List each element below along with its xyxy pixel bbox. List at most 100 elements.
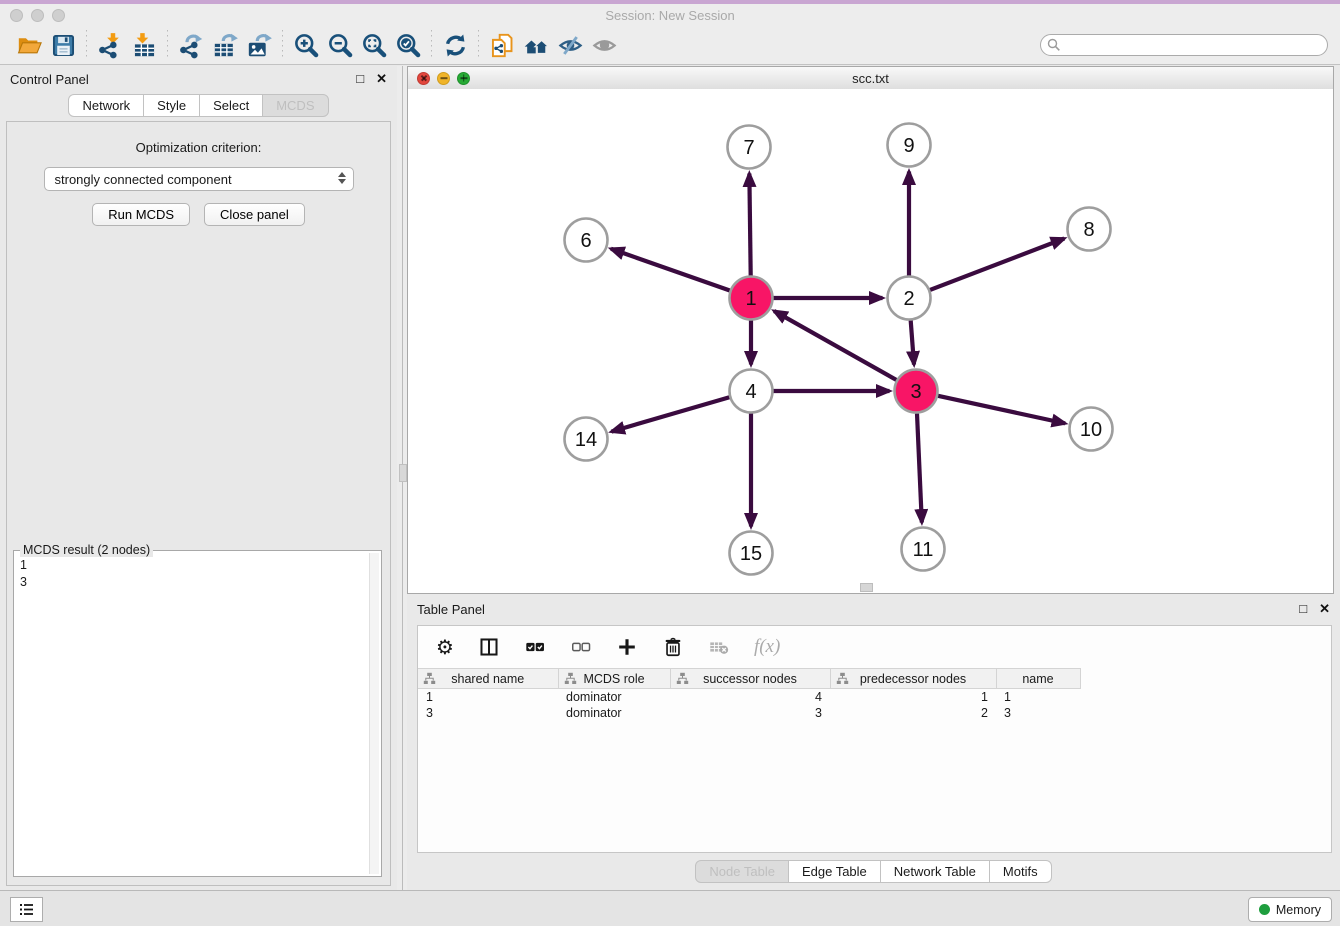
table-row[interactable]: 1dominator411	[418, 689, 1080, 706]
panel-splitter[interactable]	[397, 66, 407, 890]
memory-label: Memory	[1276, 903, 1321, 917]
column-header-name[interactable]: name	[996, 669, 1080, 689]
graph-node-8[interactable]: 8	[1068, 208, 1111, 251]
graph-node-4[interactable]: 4	[730, 370, 773, 413]
mcds-result-text[interactable]: 1 3	[14, 551, 381, 591]
graph-node-2[interactable]: 2	[888, 277, 931, 320]
graph-node-9[interactable]: 9	[888, 124, 931, 167]
table-cell[interactable]: 3	[670, 705, 830, 721]
column-header-MCDS-role[interactable]: MCDS role	[558, 669, 670, 689]
column-header-shared-name[interactable]: shared name	[418, 669, 558, 689]
zoom-selected-button[interactable]	[391, 29, 425, 61]
search-input[interactable]	[1040, 34, 1328, 56]
delete-column-button[interactable]	[662, 636, 684, 658]
graph-node-15[interactable]: 15	[730, 532, 773, 575]
table-cell[interactable]: dominator	[558, 689, 670, 706]
table-cell[interactable]: 1	[418, 689, 558, 706]
table-row[interactable]: 3dominator323	[418, 705, 1080, 721]
task-history-button[interactable]	[10, 897, 43, 922]
show-all-button[interactable]	[587, 29, 621, 61]
zoom-fit-button[interactable]	[357, 29, 391, 61]
close-panel-button[interactable]: Close panel	[204, 203, 305, 226]
memory-status-icon	[1259, 904, 1270, 915]
import-network-button[interactable]	[93, 29, 127, 61]
graph-node-1[interactable]: 1	[730, 277, 773, 320]
toolbar-separator	[167, 30, 168, 60]
function-builder-button[interactable]: f(x)	[754, 636, 780, 658]
table-cell[interactable]: 2	[830, 705, 996, 721]
table-cell[interactable]: 4	[670, 689, 830, 706]
graph-node-14[interactable]: 14	[565, 418, 608, 461]
edge-3-11[interactable]	[917, 413, 922, 522]
edge-4-14[interactable]	[611, 397, 729, 431]
canvas-hscroll-thumb[interactable]	[860, 583, 873, 592]
select-all-columns-button[interactable]	[524, 636, 546, 658]
table-tab-network-table[interactable]: Network Table	[880, 860, 990, 883]
window-titlebar: Session: New Session	[0, 4, 1340, 26]
split-columns-button[interactable]	[478, 636, 500, 658]
table-tab-node-table[interactable]: Node Table	[695, 860, 789, 883]
float-panel-icon[interactable]: □	[356, 71, 364, 87]
edge-1-6[interactable]	[611, 249, 730, 291]
tab-style[interactable]: Style	[143, 94, 200, 117]
graph-node-3[interactable]: 3	[895, 370, 938, 413]
close-panel-icon[interactable]: ✕	[376, 71, 387, 87]
open-session-button[interactable]	[12, 29, 46, 61]
export-image-button[interactable]	[242, 29, 276, 61]
edge-3-10[interactable]	[938, 396, 1065, 424]
network-canvas[interactable]: 7 9 6 8 1 2 4 3 14 10 15 11	[408, 89, 1333, 593]
node-label: 11	[913, 539, 934, 561]
run-mcds-button[interactable]: Run MCDS	[92, 203, 190, 226]
unchecked-boxes-icon	[570, 636, 592, 658]
edge-1-7[interactable]	[749, 173, 750, 275]
table-cell[interactable]: 3	[996, 705, 1080, 721]
table-tab-edge-table[interactable]: Edge Table	[788, 860, 881, 883]
import-table-button[interactable]	[127, 29, 161, 61]
table-cell[interactable]: dominator	[558, 705, 670, 721]
table-cell[interactable]: 3	[418, 705, 558, 721]
result-scrollbar[interactable]	[369, 553, 379, 874]
fx-icon: f(x)	[754, 636, 780, 658]
tab-mcds[interactable]: MCDS	[262, 94, 328, 117]
graph-node-11[interactable]: 11	[902, 528, 945, 571]
tab-network[interactable]: Network	[68, 94, 144, 117]
delete-table-button[interactable]	[708, 636, 730, 658]
tab-select[interactable]: Select	[199, 94, 263, 117]
hide-selected-button[interactable]	[553, 29, 587, 61]
zoom-out-icon	[327, 32, 354, 59]
create-column-button[interactable]	[616, 636, 638, 658]
graph-node-7[interactable]: 7	[728, 126, 771, 169]
duplicate-network-button[interactable]	[485, 29, 519, 61]
graph-node-10[interactable]: 10	[1070, 408, 1113, 451]
optimization-criterion-label: Optimization criterion:	[7, 140, 390, 155]
edge-2-8[interactable]	[930, 238, 1064, 289]
first-neighbors-button[interactable]	[519, 29, 553, 61]
edge-2-3[interactable]	[911, 320, 914, 364]
refresh-button[interactable]	[438, 29, 472, 61]
optimization-criterion-dropdown[interactable]: strongly connected component	[44, 167, 354, 191]
open-folder-icon	[16, 32, 43, 59]
export-network-button[interactable]	[174, 29, 208, 61]
memory-button[interactable]: Memory	[1248, 897, 1332, 922]
save-session-button[interactable]	[46, 29, 80, 61]
import-table-icon	[131, 32, 158, 59]
zoom-in-button[interactable]	[289, 29, 323, 61]
first-neighbors-icon	[523, 32, 550, 59]
table-cell[interactable]: 1	[830, 689, 996, 706]
close-table-panel-icon[interactable]: ✕	[1319, 601, 1330, 617]
zoom-out-button[interactable]	[323, 29, 357, 61]
float-table-panel-icon[interactable]: □	[1299, 601, 1307, 617]
column-header-successor-nodes[interactable]: successor nodes	[670, 669, 830, 689]
graph-node-6[interactable]: 6	[565, 219, 608, 262]
export-table-button[interactable]	[208, 29, 242, 61]
unselect-all-columns-button[interactable]	[570, 636, 592, 658]
network-window-titlebar[interactable]: scc.txt	[408, 67, 1333, 90]
delete-table-icon	[708, 636, 730, 658]
table-tab-motifs[interactable]: Motifs	[989, 860, 1052, 883]
edge-3-1[interactable]	[774, 311, 896, 380]
splitter-grip-icon[interactable]	[399, 464, 407, 482]
column-header-predecessor-nodes[interactable]: predecessor nodes	[830, 669, 996, 689]
toolbar-separator	[478, 30, 479, 60]
table-cell[interactable]: 1	[996, 689, 1080, 706]
table-settings-button[interactable]: ⚙	[436, 637, 454, 657]
